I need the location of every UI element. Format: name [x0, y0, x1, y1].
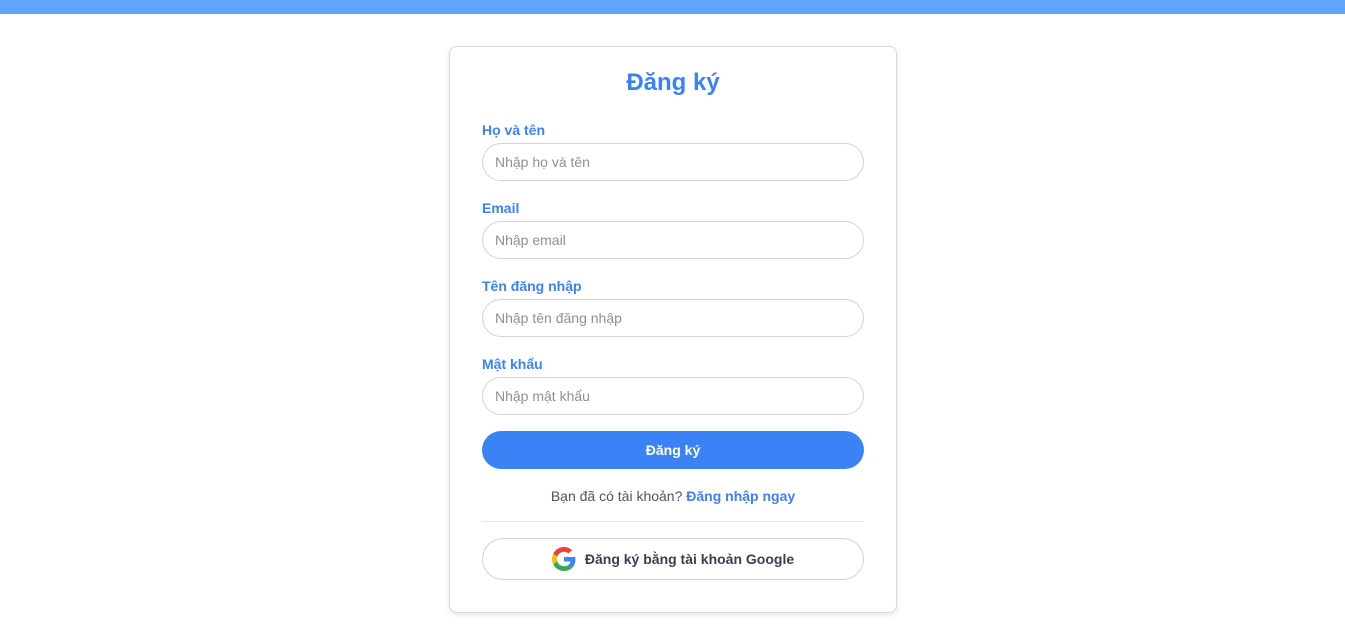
email-input[interactable] [482, 221, 864, 259]
top-bar [0, 0, 1345, 14]
username-label: Tên đăng nhập [482, 278, 582, 294]
email-label: Email [482, 200, 520, 216]
google-register-label: Đăng ký bằng tài khoản Google [584, 551, 795, 567]
register-button[interactable]: Đăng ký [482, 431, 864, 469]
page-title: Đăng ký [626, 69, 720, 96]
register-card: Đăng ký Họ và tên Email Tên đăng nhập Mậ… [449, 46, 897, 613]
password-label: Mật khẩu [482, 356, 543, 372]
divider [482, 521, 864, 522]
fullname-input[interactable] [482, 143, 864, 181]
login-prompt-row: Bạn đã có tài khoản? Đăng nhập ngay [450, 488, 896, 504]
google-register-button[interactable]: Đăng ký bằng tài khoản Google [482, 538, 864, 580]
fullname-label: Họ và tên [482, 122, 546, 138]
login-prompt-text: Bạn đã có tài khoản? [550, 488, 683, 504]
password-input[interactable] [482, 377, 864, 415]
google-icon [551, 547, 576, 571]
username-input[interactable] [482, 299, 864, 337]
login-link[interactable]: Đăng nhập ngay [686, 488, 795, 504]
